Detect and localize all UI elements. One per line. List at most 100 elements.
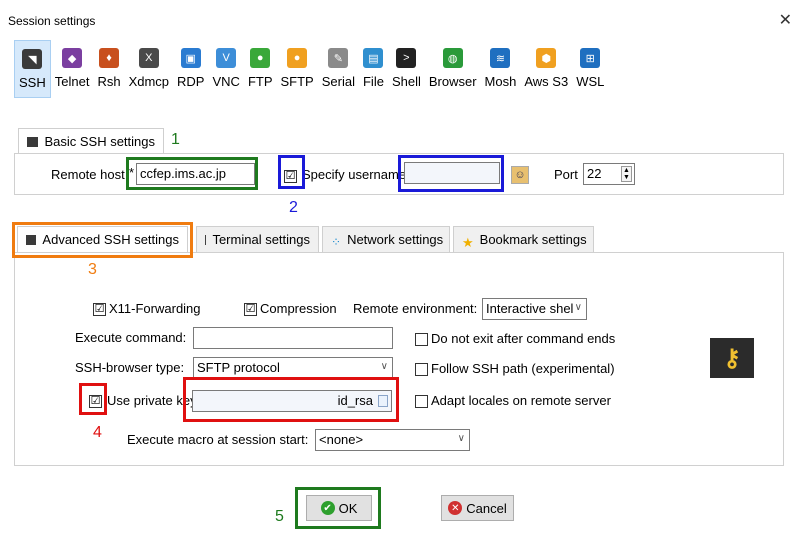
follow-ssh-path-label: Follow SSH path (experimental) (431, 361, 615, 376)
chevron-down-icon: ∨ (457, 433, 465, 444)
ssh-browser-type-select[interactable]: SFTP protocol ∨ (193, 357, 393, 379)
protocol-wsl[interactable]: ⊞ WSL (572, 40, 608, 98)
ssh-icon (26, 234, 37, 245)
annotation-number-2: 2 (289, 199, 298, 216)
x11-forwarding-label: X11-Forwarding (109, 301, 201, 316)
file-icon[interactable] (378, 395, 388, 407)
private-key-input[interactable]: id_rsa (192, 390, 392, 412)
chevron-down-icon: ∨ (380, 361, 388, 372)
protocol-label: Telnet (54, 74, 90, 89)
compression-label: Compression (260, 301, 337, 316)
execute-macro-value: <none> (319, 432, 364, 447)
user-picker-icon[interactable]: ☺ (511, 166, 529, 184)
protocol-xdmcp[interactable]: X Xdmcp (125, 40, 173, 98)
port-spinner-icon[interactable]: ▲ ▼ (621, 166, 632, 182)
annotation-number-1: 1 (171, 131, 180, 148)
protocol-label: Serial (321, 74, 355, 89)
tab-label: Network settings (347, 232, 444, 247)
terminal-icon (205, 234, 207, 245)
star-icon: ★ (462, 234, 474, 250)
execute-command-label: Execute command: (75, 330, 187, 345)
compression-checkbox[interactable]: ☑ (244, 303, 257, 316)
do-not-exit-label: Do not exit after command ends (431, 331, 616, 346)
ok-label: OK (338, 500, 358, 516)
protocol-label: SSH (19, 75, 46, 90)
cancel-button[interactable]: ✕ Cancel (441, 495, 514, 521)
protocol-label: Rsh (97, 74, 121, 89)
protocol-label: VNC (212, 74, 240, 89)
protocol-browser[interactable]: ◍ Browser (425, 40, 481, 98)
browser-icon: ◍ (442, 48, 463, 68)
tab-advanced-ssh-settings[interactable]: Advanced SSH settings (17, 226, 188, 252)
rdp-icon: ▣ (180, 48, 201, 68)
annotation-number-5: 5 (275, 508, 284, 525)
tab-label: Advanced SSH settings (42, 232, 179, 247)
protocol-mosh[interactable]: ≋ Mosh (481, 40, 521, 98)
protocol-label: File (362, 74, 384, 89)
do-not-exit-checkbox[interactable] (415, 333, 428, 346)
protocol-sftp[interactable]: ● SFTP (277, 40, 318, 98)
protocol-rsh[interactable]: ♦ Rsh (93, 40, 124, 98)
tab-bookmark-settings[interactable]: ★ Bookmark settings (453, 226, 594, 252)
username-input[interactable] (404, 162, 500, 184)
remote-host-label: Remote host (51, 167, 125, 182)
protocol-label: FTP (247, 74, 273, 89)
close-icon[interactable]: ✕ (779, 10, 792, 30)
port-input[interactable]: 22 ▲ ▼ (583, 163, 635, 185)
protocol-telnet[interactable]: ◆ Telnet (51, 40, 94, 98)
cancel-icon: ✕ (448, 501, 463, 515)
remote-environment-select[interactable]: Interactive shel ∨ (482, 298, 587, 320)
tab-basic-ssh-settings[interactable]: Basic SSH settings (18, 128, 164, 154)
port-value: 22 (587, 166, 602, 181)
follow-ssh-path-checkbox[interactable] (415, 363, 428, 376)
remote-host-input[interactable]: ccfep.ims.ac.jp (136, 163, 255, 185)
adapt-locales-label: Adapt locales on remote server (431, 393, 611, 408)
protocol-label: Shell (391, 74, 421, 89)
rsh-icon: ♦ (99, 48, 119, 68)
protocol-aws-s3[interactable]: ⬢ Aws S3 (520, 40, 572, 98)
ok-button[interactable]: ✔ OK (306, 495, 372, 521)
protocol-label: Xdmcp (128, 74, 170, 89)
tab-terminal-settings[interactable]: Terminal settings (196, 226, 319, 252)
adapt-locales-checkbox[interactable] (415, 395, 428, 408)
execute-command-input[interactable] (193, 327, 393, 349)
protocol-ssh[interactable]: ◥ SSH (14, 40, 51, 98)
shell-icon: > (396, 48, 417, 68)
protocol-label: SFTP (280, 74, 314, 89)
vnc-icon: V (216, 48, 237, 68)
protocol-shell[interactable]: > Shell (388, 40, 425, 98)
remote-environment-value: Interactive shel (486, 301, 574, 316)
chevron-down-icon: ∨ (574, 302, 582, 313)
required-mark: * (129, 165, 135, 180)
protocol-label: Browser (428, 74, 477, 89)
use-private-key-checkbox[interactable]: ☑ (89, 395, 102, 408)
window-title: Session settings (8, 14, 96, 28)
protocol-bar: ◥ SSH ◆ Telnet ♦ Rsh X Xdmcp ▣ RDP V VNC ● FTP ● SFTP ✎ S… (14, 40, 608, 98)
key-icon[interactable]: ⚷ (710, 338, 754, 378)
protocol-file[interactable]: ▤ File (359, 40, 388, 98)
use-private-key-label: Use private key (107, 393, 197, 408)
remote-environment-label: Remote environment: (353, 301, 478, 316)
execute-macro-select[interactable]: <none> ∨ (315, 429, 470, 451)
protocol-serial[interactable]: ✎ Serial (318, 40, 359, 98)
telnet-icon: ◆ (62, 48, 83, 68)
aws-s3-icon: ⬢ (536, 48, 557, 68)
port-label: Port (554, 167, 578, 182)
cancel-label: Cancel (466, 500, 507, 516)
protocol-ftp[interactable]: ● FTP (244, 40, 277, 98)
wsl-icon: ⊞ (580, 48, 601, 68)
ssh-browser-type-value: SFTP protocol (197, 360, 280, 375)
protocol-label: Aws S3 (524, 74, 569, 89)
sftp-icon: ● (287, 48, 308, 68)
mosh-icon: ≋ (490, 48, 511, 68)
network-icon: ⁘ (331, 234, 342, 249)
tab-label: Bookmark settings (479, 232, 587, 247)
tab-network-settings[interactable]: ⁘ Network settings (322, 226, 450, 252)
check-icon: ✔ (320, 501, 335, 515)
x11-forwarding-checkbox[interactable]: ☑ (93, 303, 106, 316)
execute-macro-label: Execute macro at session start: (127, 432, 309, 447)
protocol-label: RDP (177, 74, 205, 89)
protocol-vnc[interactable]: V VNC (208, 40, 243, 98)
protocol-rdp[interactable]: ▣ RDP (173, 40, 208, 98)
specify-username-checkbox[interactable]: ☑ (284, 170, 297, 183)
